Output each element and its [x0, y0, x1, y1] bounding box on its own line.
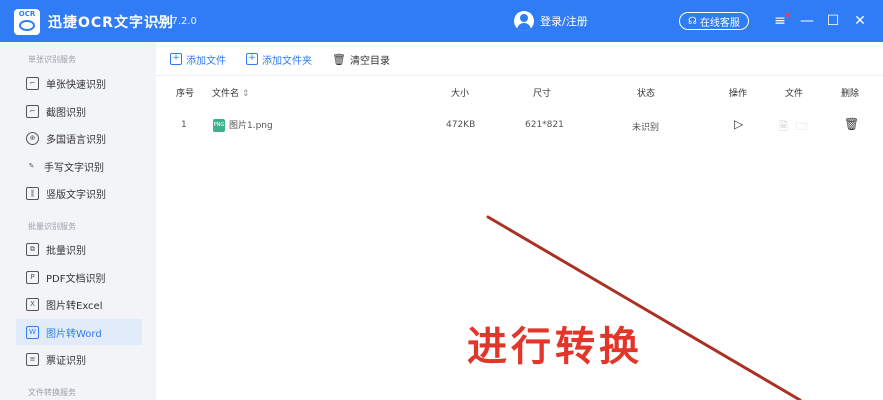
annotation-arrow	[486, 215, 802, 400]
annotation-text: 进行转换	[467, 324, 643, 370]
